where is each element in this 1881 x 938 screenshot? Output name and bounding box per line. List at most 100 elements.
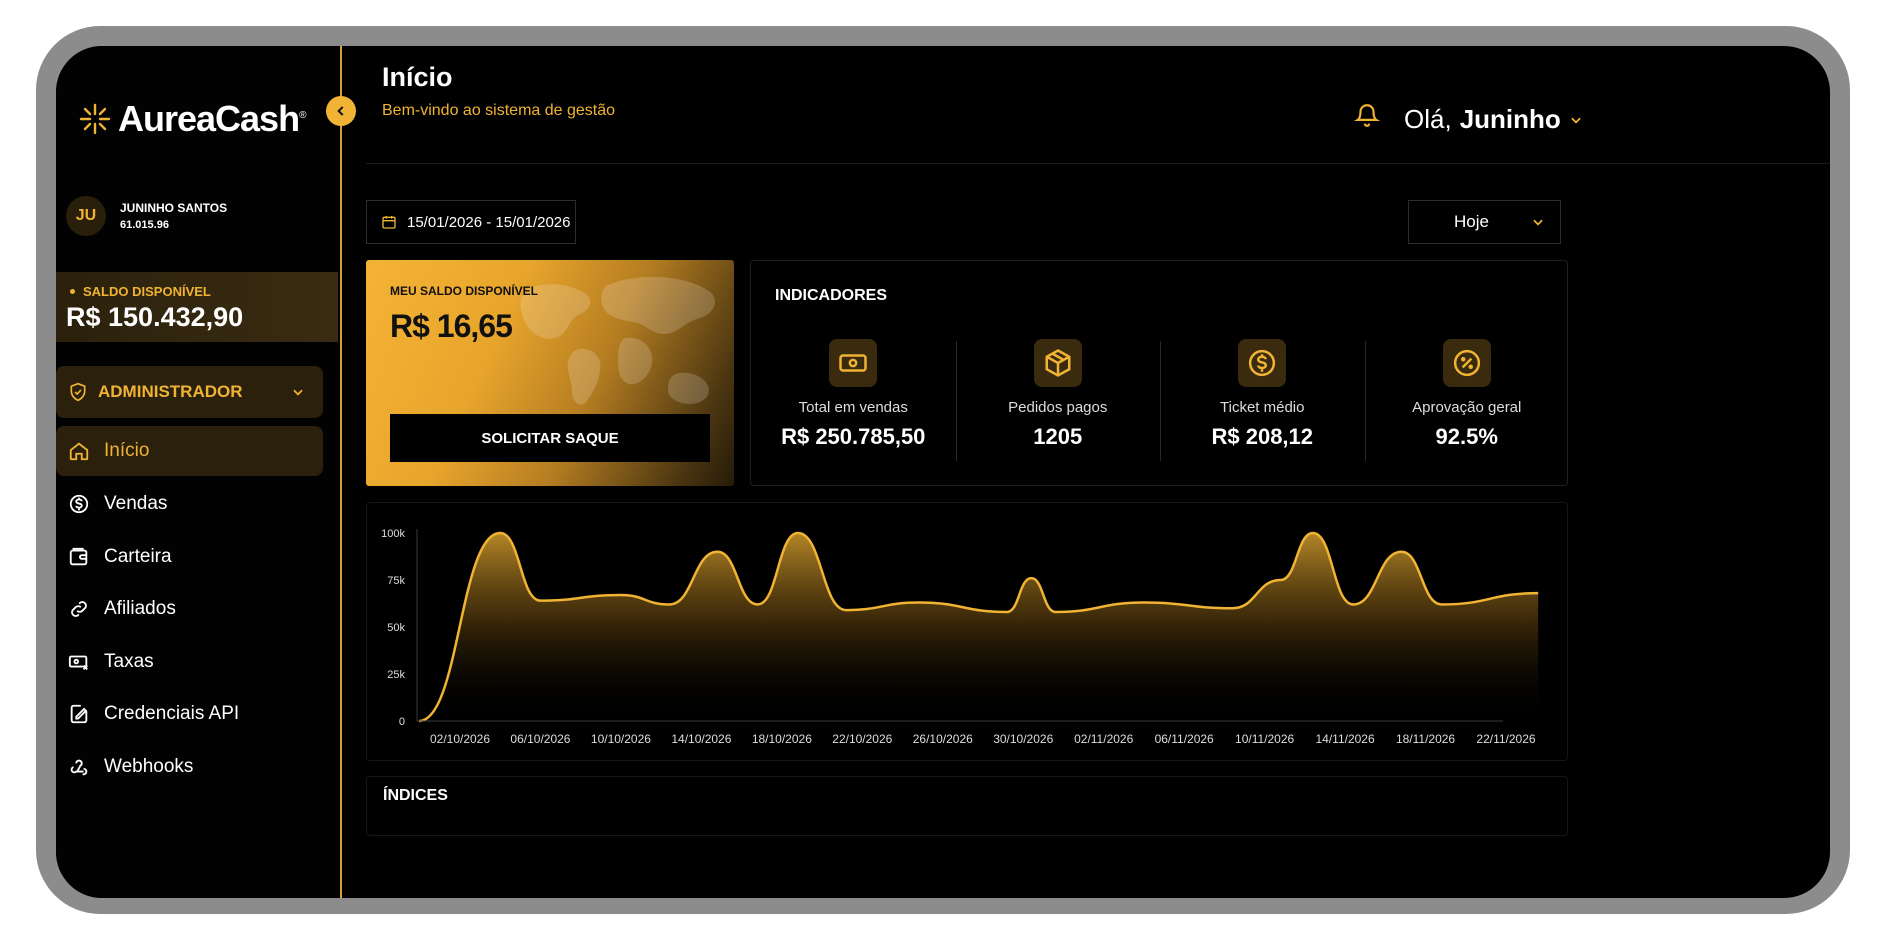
home-icon <box>69 442 89 461</box>
x-tick-label: 18/11/2026 <box>1396 732 1455 746</box>
sidebar-item-webhooks[interactable]: Webhooks <box>56 741 323 793</box>
indicator-approval-rate: Aprovação geral 92.5% <box>1364 339 1570 461</box>
indicator-total-sales: Total em vendas R$ 250.785,50 <box>751 339 956 450</box>
chart-area <box>419 533 1539 721</box>
sidebar-item-label: Vendas <box>104 493 168 514</box>
sidebar-item-vendas[interactable]: Vendas <box>56 478 323 530</box>
x-tick-label: 10/11/2026 <box>1235 732 1294 746</box>
chevron-down-icon <box>1571 117 1581 124</box>
sidebar-item-label: Carteira <box>104 545 172 567</box>
page-title: Início <box>382 62 453 92</box>
role-label: ADMINISTRADOR <box>98 382 243 401</box>
calendar-icon <box>382 216 396 229</box>
balance-label: SALDO DISPONÍVEL <box>70 284 211 299</box>
sidebar-item-afiliados[interactable]: Afiliados <box>56 583 323 635</box>
y-tick-label: 100k <box>381 528 405 540</box>
indicator-label: Pedidos pagos <box>1008 399 1108 416</box>
wallet-icon <box>69 547 88 565</box>
link-icon <box>71 601 87 617</box>
sidebar-item-label: Webhooks <box>104 755 194 777</box>
cash-icon <box>829 339 878 387</box>
user-document: 61.015.96 <box>120 219 169 231</box>
user-menu[interactable]: Olá, Juninho <box>1404 104 1583 135</box>
period-select[interactable]: Hoje <box>1408 200 1561 244</box>
balance-card-value: R$ 16,65 <box>390 308 513 344</box>
period-value: Hoje <box>1454 212 1489 231</box>
indices-title: ÍNDICES <box>383 787 448 804</box>
indicator-label: Aprovação geral <box>1412 399 1522 416</box>
indicator-label: Total em vendas <box>798 399 908 416</box>
x-tick-label: 14/11/2026 <box>1315 732 1374 746</box>
date-range-value: 15/01/2026 - 15/01/2026 <box>407 213 571 231</box>
indicator-value: R$ 250.785,50 <box>781 424 926 449</box>
sidebar-item-carteira[interactable]: Carteira <box>56 531 323 583</box>
indicators-row: Total em vendas R$ 250.785,50 Pedidos pa… <box>751 339 1570 461</box>
sidebar-nav: Início Vendas Carteira Afiliados Taxas C… <box>56 426 323 793</box>
indicator-value: 1205 <box>1033 424 1083 449</box>
request-withdrawal-button[interactable]: SOLICITAR SAQUE <box>390 414 710 462</box>
indicators-card: INDICADORES Total em vendas R$ 250.785,5… <box>750 260 1568 486</box>
header-divider <box>366 163 1830 164</box>
sidebar-item-label: Credenciais API <box>104 703 240 724</box>
sidebar-item-label: Taxas <box>104 650 154 672</box>
date-range-picker[interactable]: 15/01/2026 - 15/01/2026 <box>366 200 576 244</box>
balance-card: MEU SALDO DISPONÍVEL R$ 16,65 SOLICITAR … <box>366 260 734 486</box>
x-tick-label: 18/10/2026 <box>752 732 812 746</box>
notification-button[interactable] <box>1353 102 1381 133</box>
user-name: JUNINHO SANTOS <box>120 201 228 215</box>
bell-icon <box>1353 104 1381 127</box>
sidebar-item-inicio[interactable]: Início <box>56 426 323 476</box>
greeting-prefix: Olá, <box>1404 104 1452 134</box>
sidebar-divider <box>340 46 342 898</box>
status-dot-icon <box>70 289 75 294</box>
sun-logo-icon <box>79 103 111 135</box>
x-tick-label: 30/10/2026 <box>993 732 1053 746</box>
greeting-name: Juninho <box>1459 104 1561 134</box>
brand-name: AureaCash® <box>118 98 307 139</box>
sales-chart-card: 0 25k 50k 75k 100k 02/10/2026 06/10/2026 10/10… <box>366 502 1568 761</box>
x-tick-label: 02/10/2026 <box>430 732 490 746</box>
indicator-value: 92.5% <box>1435 424 1498 449</box>
y-tick-label: 25k <box>387 669 405 681</box>
sidebar-item-credenciais-api[interactable]: Credenciais API <box>56 688 323 740</box>
indices-card: ÍNDICES <box>366 776 1568 836</box>
indicators-title: INDICADORES <box>775 287 888 304</box>
x-tick-label: 14/10/2026 <box>671 732 731 746</box>
dollar-circle-icon <box>69 494 89 514</box>
app-screen: AureaCash® JU JUNINHO SANTOS 61.015.96 S… <box>56 46 1830 898</box>
x-tick-label: 22/11/2026 <box>1476 732 1535 746</box>
balance-card-label: MEU SALDO DISPONÍVEL <box>390 284 539 298</box>
x-tick-label: 02/11/2026 <box>1074 732 1133 746</box>
sidebar-item-taxas[interactable]: Taxas <box>56 636 323 688</box>
indicator-average-ticket: Ticket médio R$ 208,12 <box>1160 339 1365 461</box>
sidebar: AureaCash® JU JUNINHO SANTOS 61.015.96 S… <box>56 46 340 898</box>
chevron-down-icon <box>293 389 303 396</box>
role-selector[interactable]: ADMINISTRADOR <box>56 366 323 418</box>
page-subtitle: Bem-vindo ao sistema de gestão <box>382 102 616 119</box>
brand-logo[interactable]: AureaCash® <box>78 98 307 140</box>
sales-area-chart: 0 25k 50k 75k 100k 02/10/2026 06/10/2026 10/10… <box>381 528 1539 746</box>
indicator-value: R$ 208,12 <box>1211 424 1314 449</box>
sidebar-item-label: Início <box>104 440 150 461</box>
x-tick-label: 10/10/2026 <box>591 732 651 746</box>
shield-check-icon <box>70 382 86 402</box>
fee-icon <box>68 655 88 670</box>
x-tick-label: 22/10/2026 <box>832 732 892 746</box>
package-icon <box>1033 339 1082 387</box>
x-tick-label: 26/10/2026 <box>913 732 973 746</box>
indicator-label: Ticket médio <box>1220 399 1305 416</box>
indicator-paid-orders: Pedidos pagos 1205 <box>955 339 1161 461</box>
sidebar-balance: SALDO DISPONÍVEL R$ 150.432,90 <box>56 272 338 342</box>
percent-badge-icon <box>1442 339 1491 387</box>
avatar: JU <box>66 196 106 236</box>
x-tick-label: 06/11/2026 <box>1155 732 1214 746</box>
y-tick-label: 0 <box>399 716 405 728</box>
balance-value: R$ 150.432,90 <box>66 302 244 332</box>
dollar-circle-icon <box>1238 339 1287 387</box>
user-profile[interactable]: JU JUNINHO SANTOS 61.015.96 <box>66 196 227 236</box>
sidebar-item-label: Afiliados <box>104 598 176 619</box>
y-tick-label: 75k <box>387 575 405 587</box>
collapse-sidebar-button[interactable] <box>326 96 356 126</box>
world-map-decoration <box>520 276 715 405</box>
credentials-icon <box>70 704 88 724</box>
